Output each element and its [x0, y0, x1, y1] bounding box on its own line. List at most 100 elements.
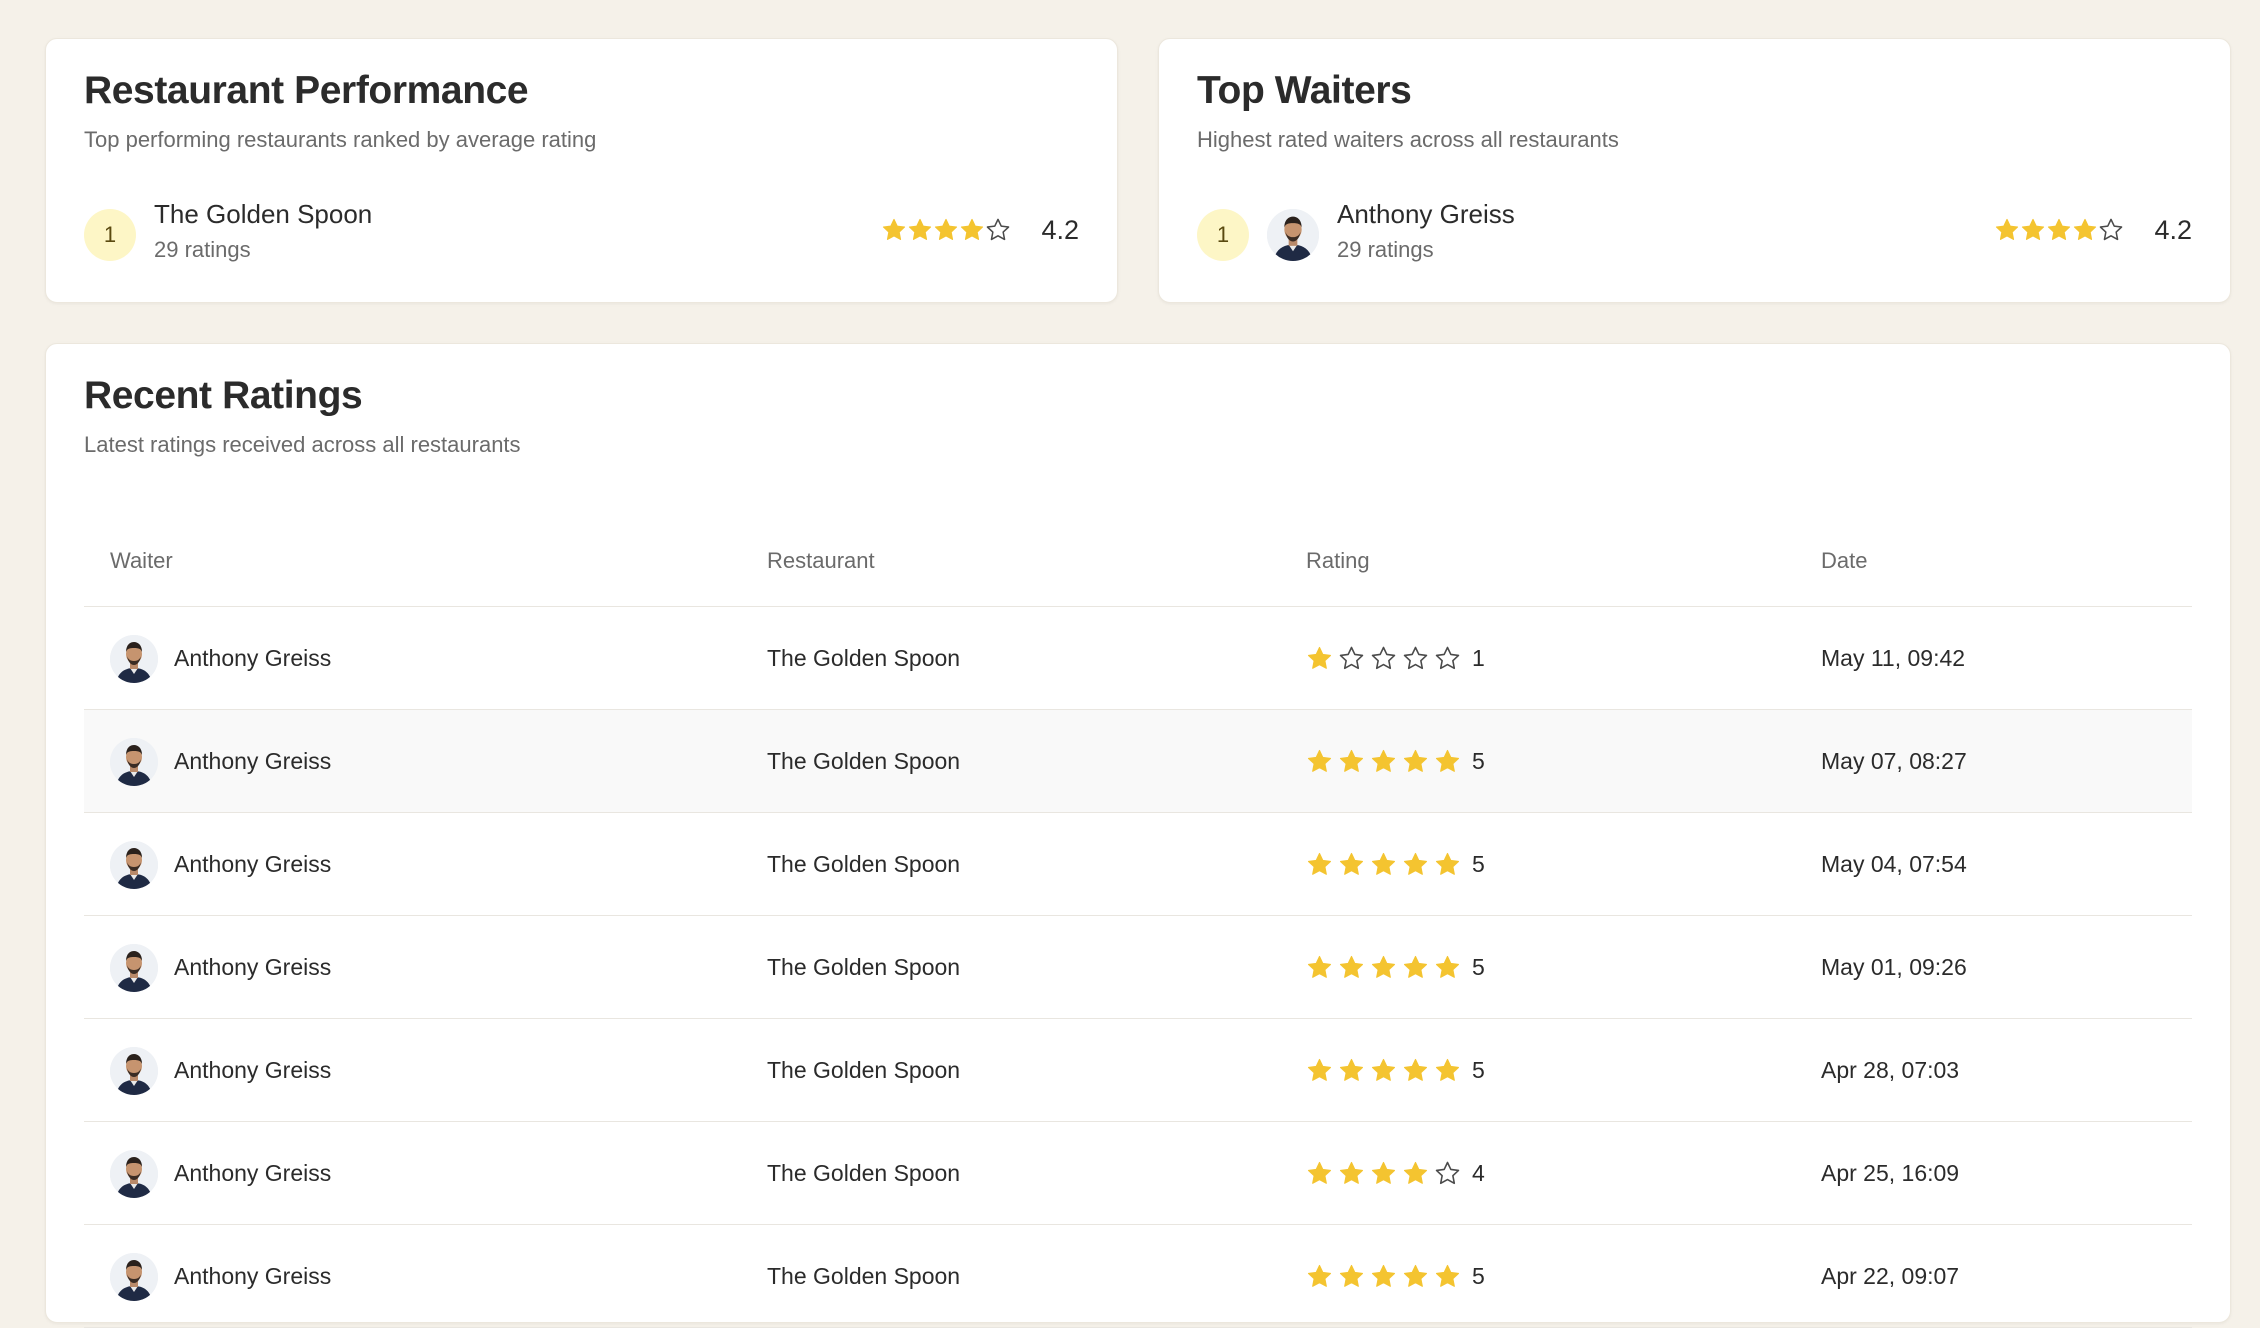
card-title: Restaurant Performance	[84, 69, 529, 112]
column-header-waiter[interactable]: Waiter	[110, 514, 173, 607]
star-filled-icon	[1371, 955, 1396, 978]
rating-value: 4	[1472, 1160, 1485, 1186]
star-filled-icon	[1403, 955, 1428, 978]
star-filled-icon	[1339, 852, 1364, 875]
card-subtitle: Latest ratings received across all resta…	[84, 432, 521, 457]
star-filled-icon	[1371, 1058, 1396, 1081]
waiter-cell: Anthony Greiss	[110, 813, 331, 916]
rating-value: 5	[1472, 1263, 1485, 1289]
star-filled-icon	[1371, 852, 1396, 875]
star-filled-icon	[1307, 749, 1332, 772]
date-cell: May 01, 09:26	[1821, 954, 1967, 980]
rating-value: 5	[1472, 748, 1485, 774]
waiter-cell: Anthony Greiss	[110, 1019, 331, 1122]
person-avatar-icon	[110, 634, 158, 683]
column-header-rating[interactable]: Rating	[1306, 514, 1370, 607]
person-avatar-icon	[110, 840, 158, 889]
star-filled-icon	[1339, 749, 1364, 772]
restaurant-rank-item[interactable]: 1 The Golden Spoon 29 ratings 4.2	[84, 197, 1079, 271]
star-filled-icon	[1339, 1264, 1364, 1287]
date-cell: Apr 28, 07:03	[1821, 1057, 1960, 1083]
table-row[interactable]: Anthony Greiss The Golden Spoon 5 May 04, 0…	[84, 813, 2192, 916]
card-subtitle: Highest rated waiters across all restaur…	[1197, 127, 1619, 152]
star-empty-icon	[1339, 646, 1364, 670]
table-row[interactable]: Anthony Greiss The Golden Spoon 4 Apr 25, 1…	[84, 1122, 2192, 1225]
rank-badge: 1	[84, 209, 136, 261]
star-filled-icon	[1307, 852, 1332, 875]
star-filled-icon	[1371, 1264, 1396, 1287]
table-header: Waiter Restaurant Rating Date	[84, 514, 2192, 607]
table-row[interactable]: Anthony Greiss The Golden Spoon 1 May 11, 0…	[84, 607, 2192, 710]
star-empty-icon	[1403, 646, 1428, 670]
star-filled-icon	[1403, 749, 1428, 772]
waiter-name: Anthony Greiss	[174, 954, 332, 980]
star-filled-icon	[1339, 1161, 1364, 1184]
star-filled-icon	[1371, 1161, 1396, 1184]
star-filled-icon	[1307, 1058, 1332, 1081]
rating-value: 5	[1472, 851, 1485, 877]
table-row[interactable]: Anthony Greiss The Golden Spoon 5 May 01, 0…	[84, 916, 2192, 1019]
person-avatar-icon	[110, 943, 158, 992]
person-avatar-icon	[1267, 209, 1319, 261]
star-filled-icon	[1403, 1161, 1428, 1184]
waiter-cell: Anthony Greiss	[110, 607, 331, 710]
star-filled-icon	[882, 218, 906, 240]
waiter-cell: Anthony Greiss	[110, 1225, 331, 1328]
restaurant-name: The Golden Spoon	[154, 199, 373, 229]
table-row[interactable]: Anthony Greiss The Golden Spoon 5 May 07, 0…	[84, 710, 2192, 813]
date-cell: May 07, 08:27	[1821, 748, 1967, 774]
restaurant-cell: The Golden Spoon	[767, 645, 961, 671]
star-filled-icon	[1435, 749, 1460, 772]
rating-cell: 5	[1306, 710, 1485, 813]
star-filled-icon	[1307, 1264, 1332, 1287]
card-title: Top Waiters	[1197, 69, 1412, 112]
date-cell: Apr 22, 09:07	[1821, 1263, 1960, 1289]
star-rating	[1994, 217, 2124, 247]
person-avatar-icon	[110, 1149, 158, 1198]
date-cell: May 11, 09:42	[1821, 645, 1966, 671]
waiter-name: Anthony Greiss	[174, 1160, 332, 1186]
star-filled-icon	[1403, 1058, 1428, 1081]
ratings-table: Waiter Restaurant Rating Date Anthony Gr…	[84, 514, 2192, 1328]
star-filled-icon	[1435, 852, 1460, 875]
waiter-name: Anthony Greiss	[174, 1263, 332, 1289]
star-filled-icon	[960, 218, 984, 240]
star-rating	[881, 217, 1011, 247]
rating-value: 5	[1472, 954, 1485, 980]
column-header-date[interactable]: Date	[1821, 514, 1867, 607]
rating-cell: 1	[1306, 607, 1485, 710]
star-empty-icon	[1371, 646, 1396, 670]
table-row[interactable]: Anthony Greiss The Golden Spoon 5 Apr 28, 0…	[84, 1019, 2192, 1122]
rating-cell: 4	[1306, 1122, 1485, 1225]
rating-cell: 5	[1306, 1019, 1485, 1122]
average-score: 4.2	[1041, 215, 1079, 245]
table-row[interactable]: Anthony Greiss The Golden Spoon 5 Apr 22, 0…	[84, 1225, 2192, 1328]
restaurant-cell: The Golden Spoon	[767, 748, 961, 774]
star-filled-icon	[1435, 1264, 1460, 1287]
star-filled-icon	[1403, 1264, 1428, 1287]
date-cell: Apr 25, 16:09	[1821, 1160, 1960, 1186]
ratings-count: 29 ratings	[154, 237, 251, 262]
card-title: Recent Ratings	[84, 374, 363, 417]
card-subtitle: Top performing restaurants ranked by ave…	[84, 127, 597, 152]
star-empty-icon	[986, 218, 1010, 241]
star-empty-icon	[2099, 218, 2123, 241]
star-filled-icon	[2047, 218, 2071, 240]
column-header-restaurant[interactable]: Restaurant	[767, 514, 875, 607]
waiter-cell: Anthony Greiss	[110, 916, 331, 1019]
restaurant-performance-card: Restaurant Performance Top performing re…	[45, 38, 1118, 303]
person-avatar-icon	[110, 1046, 158, 1095]
star-empty-icon	[1435, 1161, 1460, 1185]
waiter-rank-item[interactable]: 1 Anthony Greiss 29 ratings 4.2	[1197, 197, 2192, 271]
waiter-cell: Anthony Greiss	[110, 710, 331, 813]
rating-cell: 5	[1306, 813, 1485, 916]
rating-cell: 5	[1306, 916, 1485, 1019]
waiter-name: Anthony Greiss	[174, 851, 332, 877]
star-filled-icon	[1371, 749, 1396, 772]
star-filled-icon	[1307, 646, 1332, 669]
person-avatar-icon	[110, 1252, 158, 1301]
star-filled-icon	[1435, 1058, 1460, 1081]
rating-cell: 5	[1306, 1225, 1485, 1328]
star-filled-icon	[1435, 955, 1460, 978]
star-filled-icon	[2073, 218, 2097, 240]
